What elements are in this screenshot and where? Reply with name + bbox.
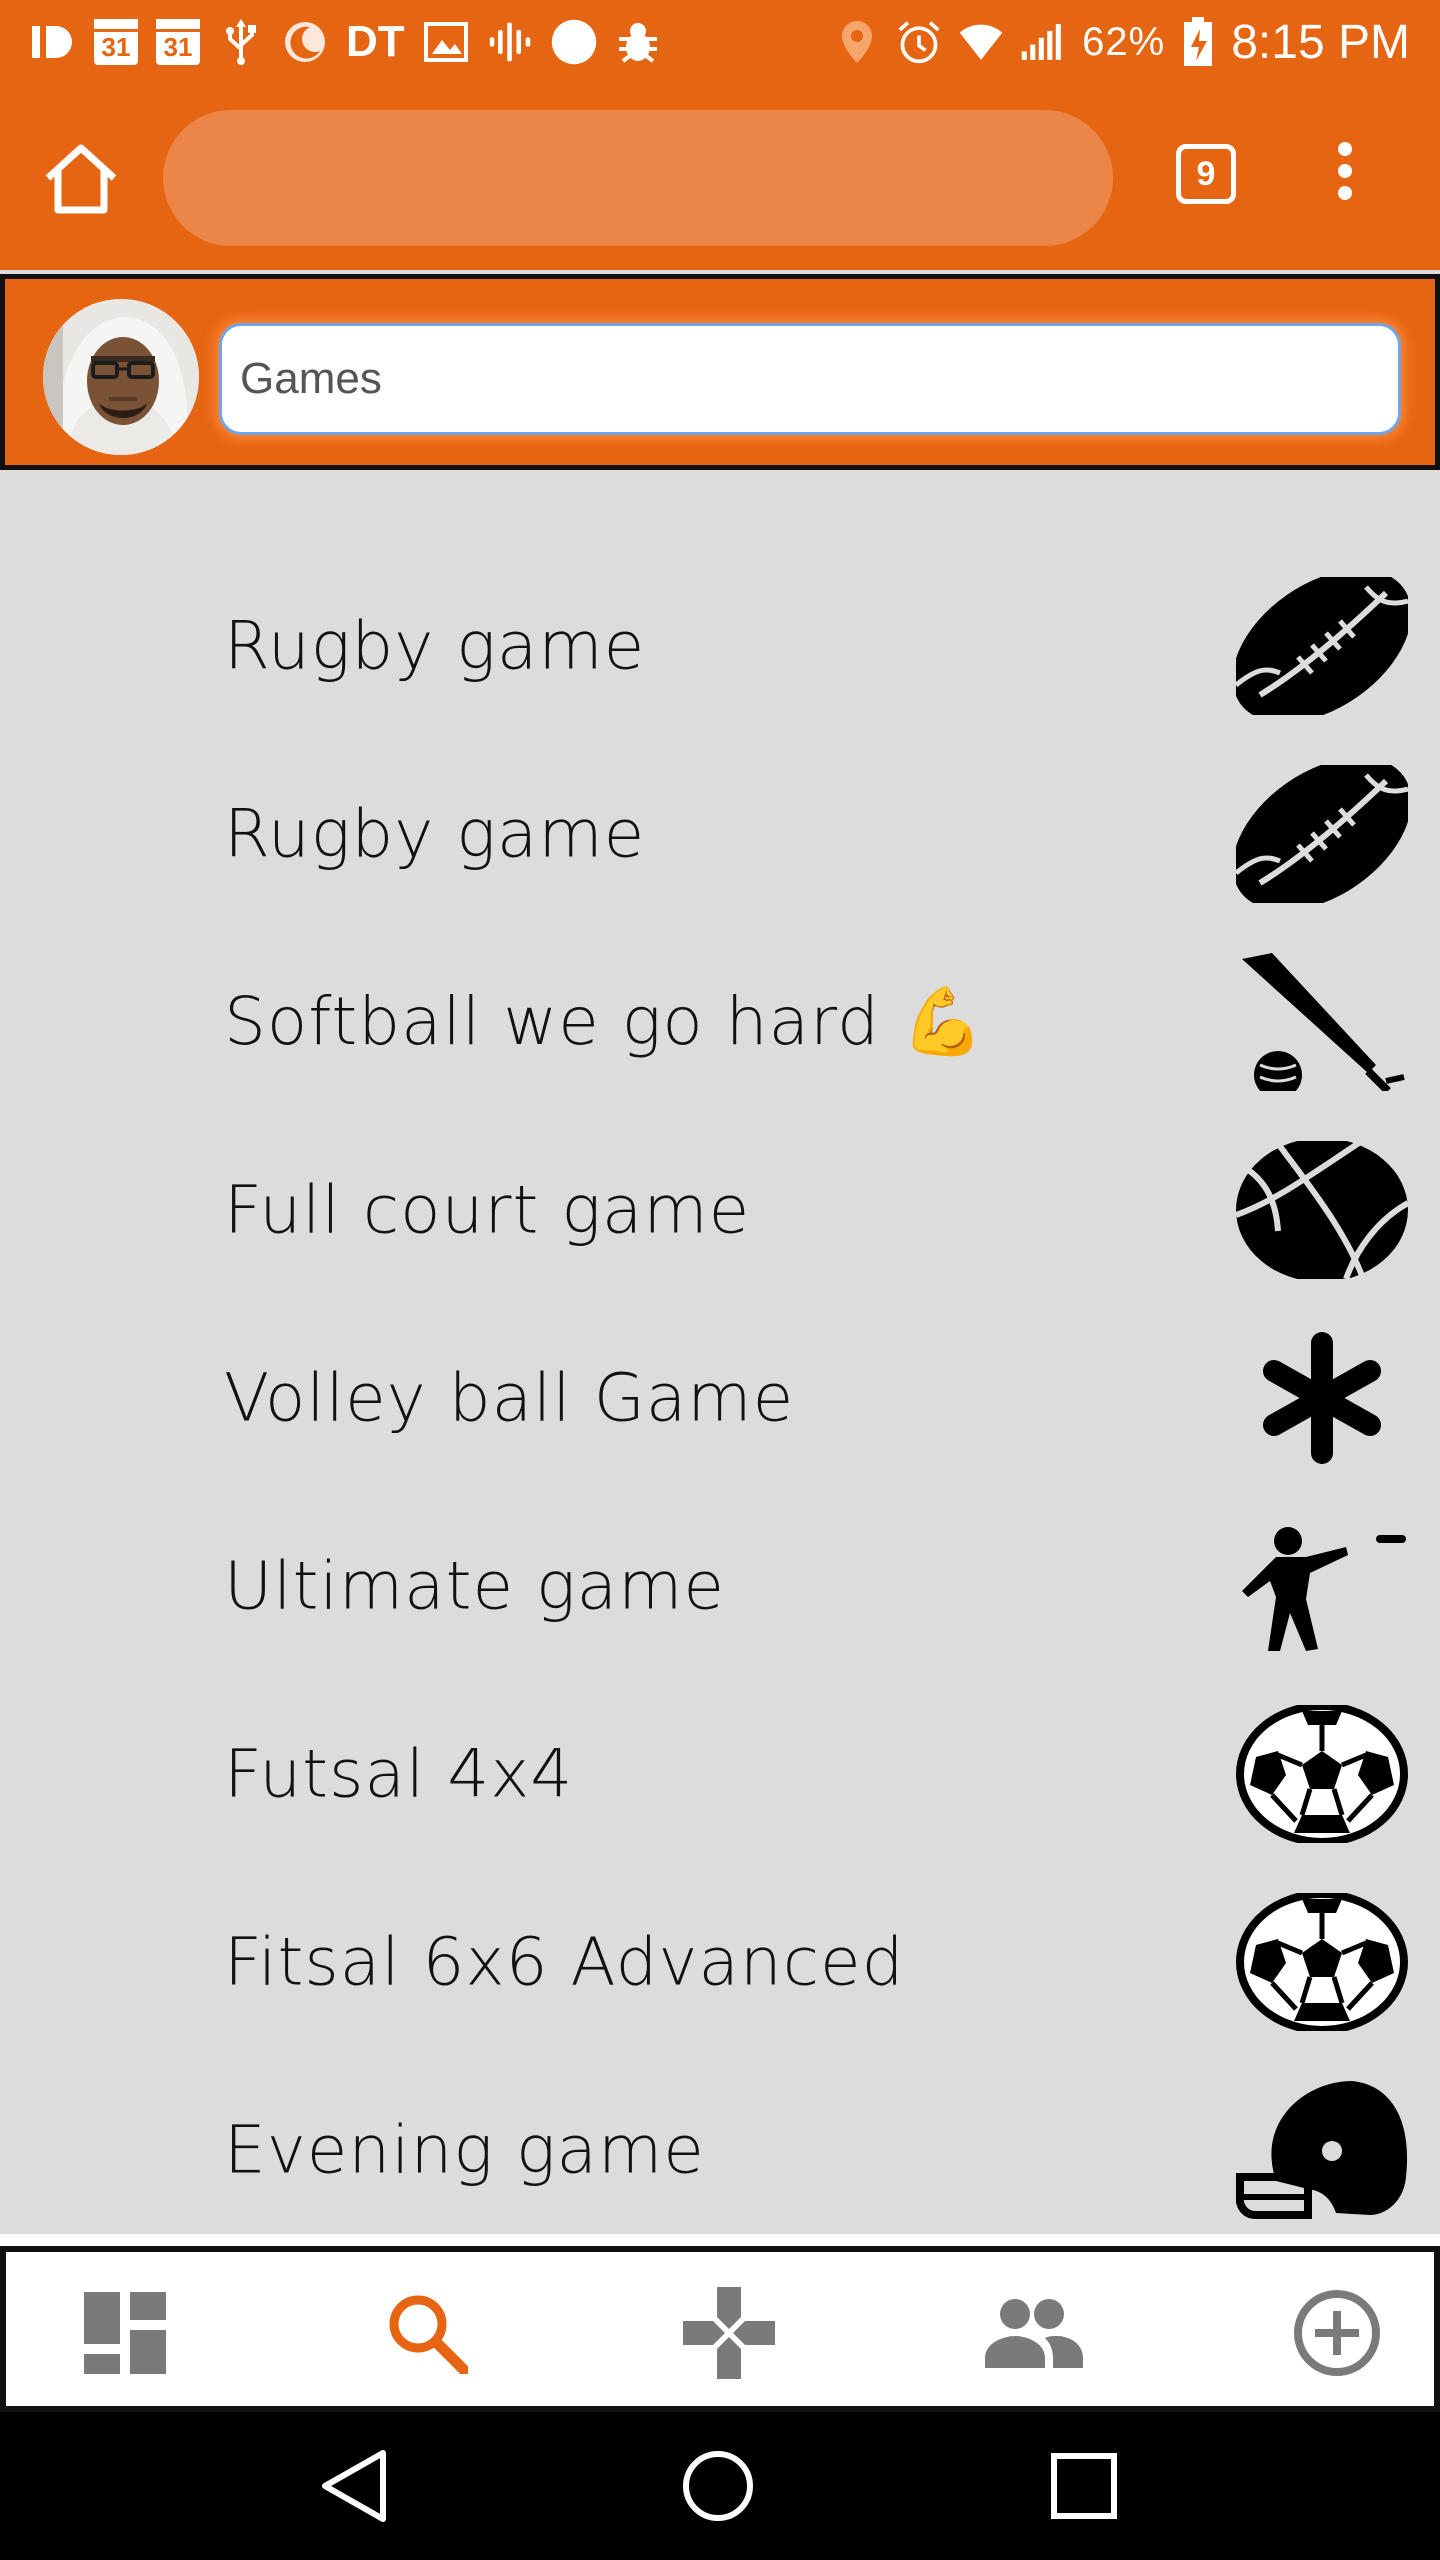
location-icon <box>834 19 880 65</box>
game-title: Rugby game <box>224 607 646 685</box>
status-bar: 31 31 DT 62% 8:15 PM <box>0 0 1440 84</box>
recents-icon[interactable] <box>1034 2436 1134 2536</box>
list-item[interactable]: Fitsal 6x6 Advanced <box>0 1868 1440 2056</box>
game-title: Volley ball Game <box>224 1359 795 1437</box>
dt-label: DT <box>346 17 405 66</box>
usb-icon <box>218 19 264 65</box>
back-icon[interactable] <box>304 2436 404 2536</box>
search-icon[interactable] <box>372 2278 482 2388</box>
softball-bat-icon <box>1236 953 1408 1099</box>
bug-icon <box>615 19 661 65</box>
game-title: Fitsal 6x6 Advanced <box>224 1923 905 2001</box>
soccer-ball-icon <box>1236 1702 1408 1846</box>
soccer-ball-icon <box>1236 1890 1408 2034</box>
clock: 8:15 PM <box>1231 15 1410 69</box>
list-item[interactable]: Volley ball Game <box>0 1304 1440 1492</box>
app-header <box>0 274 1440 470</box>
game-title: Evening game <box>224 2111 705 2189</box>
battery-percent: 62% <box>1082 19 1166 64</box>
game-title: Ultimate game <box>224 1547 726 1625</box>
calendar-icon: 31 <box>94 19 138 65</box>
add-circle-icon[interactable] <box>1282 2278 1392 2388</box>
game-list: Rugby game Rugby game Softball we go har… <box>0 470 1440 2246</box>
dashboard-icon[interactable] <box>70 2278 180 2388</box>
avatar[interactable] <box>43 299 199 455</box>
list-item[interactable]: Softball we go hard 💪 <box>0 928 1440 1116</box>
basketball-icon <box>1236 1141 1408 1279</box>
list-bottom-edge <box>0 2234 1440 2246</box>
football-helmet-icon <box>1235 2081 1408 2219</box>
game-title: Softball we go hard 💪 <box>224 983 986 1060</box>
list-item[interactable]: Futsal 4x4 <box>0 1680 1440 1868</box>
list-item[interactable]: Rugby game <box>0 740 1440 928</box>
search-input[interactable] <box>219 323 1401 435</box>
signal-icon <box>1020 19 1066 65</box>
calendar-icon: 31 <box>156 19 200 65</box>
list-item[interactable]: Rugby game <box>0 552 1440 740</box>
home-icon[interactable] <box>40 138 122 220</box>
app-screen: 31 31 DT 62% 8:15 PM 9 Games Rugby game … <box>0 0 1440 2560</box>
game-title: Rugby game <box>224 795 646 873</box>
frisbee-thrower-icon <box>1236 1517 1408 1655</box>
wifi-icon <box>958 19 1004 65</box>
moon-icon <box>282 19 328 65</box>
id-icon <box>30 19 76 65</box>
image-icon <box>423 19 469 65</box>
list-item[interactable]: Evening game <box>0 2056 1440 2244</box>
rugby-ball-icon <box>1236 765 1408 903</box>
browser-toolbar: 9 <box>0 84 1440 270</box>
rugby-ball-icon <box>1236 577 1408 715</box>
system-navigation-bar <box>0 2412 1440 2560</box>
asterisk-icon <box>1236 1329 1408 1467</box>
list-item[interactable]: Ultimate game <box>0 1492 1440 1680</box>
battery-charging-icon <box>1181 17 1215 66</box>
game-title: Futsal 4x4 <box>224 1735 574 1813</box>
more-vert-icon[interactable] <box>1320 134 1370 224</box>
url-bar[interactable] <box>163 110 1113 246</box>
home-circle-icon[interactable] <box>668 2436 768 2536</box>
list-item[interactable]: Full court game <box>0 1116 1440 1304</box>
circle-icon <box>551 19 597 65</box>
alarm-icon <box>896 19 942 65</box>
gamepad-icon[interactable] <box>674 2278 784 2388</box>
podcast-icon <box>487 19 533 65</box>
people-icon[interactable] <box>978 2278 1088 2388</box>
game-title: Full court game <box>224 1171 751 1249</box>
tab-switcher-button[interactable]: 9 <box>1176 144 1236 204</box>
bottom-navigation <box>0 2246 1440 2412</box>
